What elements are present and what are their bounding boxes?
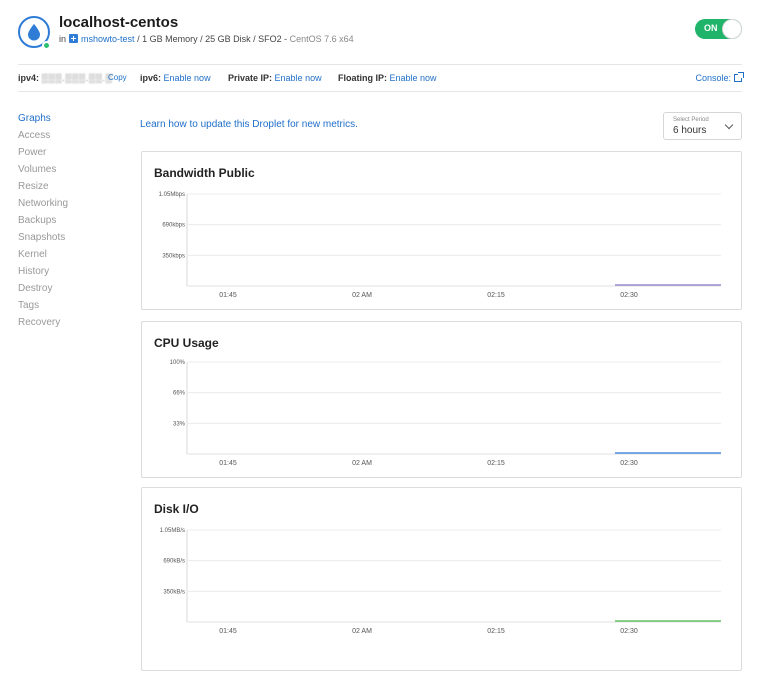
x-tick-label: 02 AM xyxy=(352,460,372,467)
project-link[interactable]: mshowto-test xyxy=(81,34,135,44)
sidebar-item-history[interactable]: History xyxy=(18,266,118,283)
private-ip-enable-link[interactable]: Enable now xyxy=(275,73,322,83)
y-tick-label: 690kB/s xyxy=(163,559,185,565)
sidebar-item-resize[interactable]: Resize xyxy=(18,181,118,198)
x-tick-label: 02:15 xyxy=(487,460,505,467)
droplet-header: localhost-centos in mshowto-test / 1 GB M… xyxy=(18,12,754,52)
ipv4-info: ipv4: ▒▒▒.▒▒▒.▒▒.▒ xyxy=(18,73,112,83)
x-tick-label: 02:15 xyxy=(487,292,505,299)
sidebar-item-backups[interactable]: Backups xyxy=(18,215,118,232)
sidebar-item-tags[interactable]: Tags xyxy=(18,300,118,317)
ipv6-enable-link[interactable]: Enable now xyxy=(164,73,211,83)
private-ip-label: Private IP: xyxy=(228,73,273,83)
period-value: 6 hours xyxy=(673,125,707,136)
droplet-os: CentOS 7.6 x64 xyxy=(289,34,354,44)
sidebar-item-networking[interactable]: Networking xyxy=(18,198,118,215)
x-tick-label: 02:15 xyxy=(487,628,505,635)
project-icon xyxy=(69,34,79,43)
sidebar-item-recovery[interactable]: Recovery xyxy=(18,317,118,334)
y-tick-label: 100% xyxy=(170,360,186,366)
floating-ip-info: Floating IP: Enable now xyxy=(338,73,437,83)
sidebar-item-volumes[interactable]: Volumes xyxy=(18,164,118,181)
y-tick-label: 350kB/s xyxy=(163,589,185,595)
x-tick-label: 01:45 xyxy=(219,460,237,467)
floating-ip-enable-link[interactable]: Enable now xyxy=(390,73,437,83)
console-link[interactable]: Console: xyxy=(695,72,744,83)
sidebar-item-destroy[interactable]: Destroy xyxy=(18,283,118,300)
droplet-specs: / 1 GB Memory / 25 GB Disk / SFO2 - xyxy=(137,34,288,44)
droplet-title: localhost-centos xyxy=(59,14,179,31)
sidebar-item-graphs[interactable]: Graphs xyxy=(18,113,118,130)
ipv6-label: ipv6: xyxy=(140,73,162,83)
chevron-down-icon xyxy=(724,120,734,130)
x-tick-label: 02:30 xyxy=(620,460,638,467)
sidebar-item-access[interactable]: Access xyxy=(18,130,118,147)
cpu-chart: 100% 66% 33% 01:45 02 AM 02:15 02:30 xyxy=(170,360,721,467)
y-tick-label: 1.05MB/s xyxy=(160,528,185,534)
sidebar-item-kernel[interactable]: Kernel xyxy=(18,249,118,266)
copy-ip-button[interactable]: Copy xyxy=(108,73,127,82)
network-info-bar: ipv4: ▒▒▒.▒▒▒.▒▒.▒ Copy ipv6: Enable now… xyxy=(18,64,744,92)
sidebar-item-power[interactable]: Power xyxy=(18,147,118,164)
external-link-icon xyxy=(734,72,744,82)
cpu-usage-panel: CPU Usage 100% 66% 33% 01:45 02 AM 02:15 02:30 xyxy=(141,321,742,478)
in-label: in xyxy=(59,34,67,44)
y-tick-label: 350kbps xyxy=(162,253,185,259)
x-tick-label: 02 AM xyxy=(352,628,372,635)
power-toggle-label: ON xyxy=(704,23,718,33)
bandwidth-chart: 1.05Mbps 690kbps 350kbps 01:45 02 AM 02:15 02:… xyxy=(159,192,721,299)
toggle-knob xyxy=(722,19,742,39)
y-tick-label: 66% xyxy=(173,391,186,397)
x-tick-label: 02:30 xyxy=(620,628,638,635)
x-tick-label: 02:30 xyxy=(620,292,638,299)
status-online-icon xyxy=(42,41,51,50)
ipv4-value: ▒▒▒.▒▒▒.▒▒.▒ xyxy=(41,73,113,83)
period-select[interactable]: Select Period 6 hours xyxy=(663,112,742,140)
metrics-update-link[interactable]: Learn how to update this Droplet for new… xyxy=(140,119,358,130)
floating-ip-label: Floating IP: xyxy=(338,73,387,83)
bandwidth-panel: Bandwidth Public 1.05Mbps 690kbps 350kbps 01… xyxy=(141,151,742,310)
ipv4-label: ipv4: xyxy=(18,73,40,83)
y-tick-label: 33% xyxy=(173,421,186,427)
sidebar-item-snapshots[interactable]: Snapshots xyxy=(18,232,118,249)
period-caption: Select Period xyxy=(673,117,709,123)
x-tick-label: 02 AM xyxy=(352,292,372,299)
x-tick-label: 01:45 xyxy=(219,628,237,635)
droplet-subtitle: in mshowto-test / 1 GB Memory / 25 GB Dis… xyxy=(59,34,354,44)
disk-io-chart: 1.05MB/s 690kB/s 350kB/s 01:45 02 AM 02:15 02:… xyxy=(160,528,721,635)
private-ip-info: Private IP: Enable now xyxy=(228,73,322,83)
y-tick-label: 690kbps xyxy=(162,223,185,229)
y-tick-label: 1.05Mbps xyxy=(159,192,185,198)
console-label: Console: xyxy=(695,73,731,83)
power-toggle[interactable]: ON xyxy=(695,19,742,39)
x-tick-label: 01:45 xyxy=(219,292,237,299)
droplet-sidenav: Graphs Access Power Volumes Resize Networking… xyxy=(18,113,118,334)
ipv6-info: ipv6: Enable now xyxy=(140,73,211,83)
disk-io-panel: Disk I/O 1.05MB/s 690kB/s 350kB/s 01:45 02 AM… xyxy=(141,487,742,671)
droplet-icon xyxy=(18,16,51,50)
